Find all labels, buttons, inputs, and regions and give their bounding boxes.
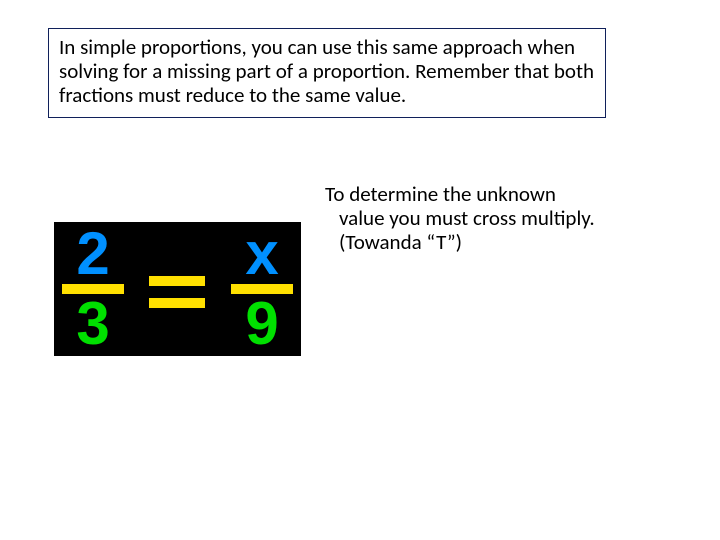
body-text: To determine the unknown value you must … [325, 182, 645, 254]
body-line-1: To determine the unknown [325, 181, 556, 207]
body-line-3: (Towanda “T”) [325, 230, 645, 254]
equation-graphic: 2 3 x 9 [54, 222, 301, 356]
fraction-left: 2 3 [62, 222, 124, 356]
slide: In simple proportions, you can use this … [0, 0, 720, 540]
equals-sign [149, 276, 205, 308]
fraction-right: x 9 [231, 222, 293, 356]
right-denominator: 9 [231, 292, 293, 356]
intro-box: In simple proportions, you can use this … [48, 28, 606, 118]
equals-bar-bottom [149, 298, 205, 308]
left-denominator: 3 [62, 292, 124, 356]
right-numerator: x [231, 222, 293, 286]
intro-text: In simple proportions, you can use this … [59, 34, 594, 108]
body-line-2: value you must cross multiply. [325, 206, 645, 230]
equals-bar-top [149, 276, 205, 286]
left-numerator: 2 [62, 222, 124, 286]
